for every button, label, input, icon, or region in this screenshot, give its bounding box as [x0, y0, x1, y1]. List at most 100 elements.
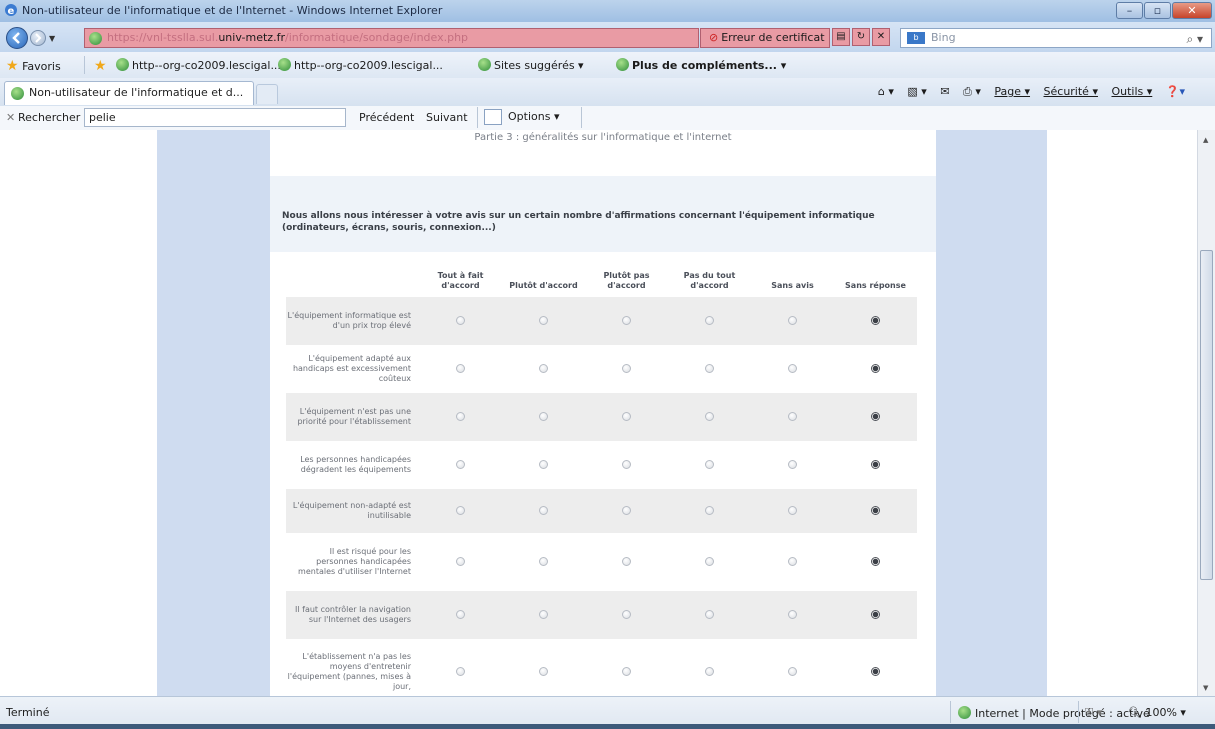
- radio-button-selected[interactable]: [871, 459, 880, 469]
- radio-button[interactable]: [539, 363, 548, 373]
- favorite-link-2[interactable]: http--org-co2009.lescigal...: [278, 58, 443, 72]
- radio-button[interactable]: [788, 556, 797, 566]
- scroll-up-icon[interactable]: ▲: [1203, 136, 1208, 144]
- radio-button[interactable]: [622, 609, 631, 619]
- new-tab-button[interactable]: [256, 84, 278, 104]
- radio-button[interactable]: [705, 459, 714, 469]
- close-window-button[interactable]: ✕: [1172, 2, 1212, 19]
- column-header: Sans avis: [771, 281, 814, 290]
- certificate-error-button[interactable]: ⊘ Erreur de certificat: [700, 28, 830, 48]
- radio-button[interactable]: [705, 411, 714, 421]
- refresh-icon[interactable]: ↻: [852, 28, 870, 46]
- search-input[interactable]: b Bing ⌕ ▾: [900, 28, 1212, 48]
- answer-cell: [502, 345, 585, 393]
- radio-button[interactable]: [456, 556, 465, 566]
- radio-button[interactable]: [539, 556, 548, 566]
- svg-text:e: e: [8, 6, 15, 17]
- radio-button[interactable]: [788, 609, 797, 619]
- radio-button[interactable]: [705, 609, 714, 619]
- radio-button-selected[interactable]: [871, 666, 880, 676]
- add-favorite-button[interactable]: ★: [94, 58, 107, 74]
- radio-button[interactable]: [539, 666, 548, 676]
- radio-button[interactable]: [456, 363, 465, 373]
- radio-button[interactable]: [788, 315, 797, 325]
- answer-cell: [502, 533, 585, 591]
- history-dropdown-icon[interactable]: ▼: [49, 34, 55, 43]
- radio-button[interactable]: [705, 666, 714, 676]
- radio-button[interactable]: [705, 505, 714, 515]
- radio-button[interactable]: [456, 609, 465, 619]
- radio-button-selected[interactable]: [871, 556, 880, 566]
- feeds-icon[interactable]: ▧ ▾: [907, 85, 926, 98]
- more-addons-button[interactable]: Plus de compléments... ▾: [616, 58, 786, 72]
- radio-button[interactable]: [539, 411, 548, 421]
- security-zone[interactable]: Internet | Mode protégé : activé: [958, 706, 1150, 720]
- scroll-down-icon[interactable]: ▼: [1203, 684, 1208, 692]
- tab-current[interactable]: Non-utilisateur de l'informatique et d..…: [4, 81, 254, 105]
- radio-button[interactable]: [788, 363, 797, 373]
- forward-button[interactable]: [30, 30, 46, 46]
- answer-cell: [585, 533, 668, 591]
- radio-button[interactable]: [788, 411, 797, 421]
- print-icon[interactable]: ⎙ ▾: [963, 85, 981, 98]
- scroll-thumb[interactable]: [1200, 250, 1213, 580]
- radio-button[interactable]: [622, 666, 631, 676]
- radio-button-selected[interactable]: [871, 363, 880, 373]
- radio-button[interactable]: [622, 459, 631, 469]
- radio-button[interactable]: [788, 505, 797, 515]
- answer-cell: [502, 591, 585, 639]
- radio-button[interactable]: [456, 315, 465, 325]
- radio-button[interactable]: [622, 315, 631, 325]
- tools-menu[interactable]: Outils ▾: [1111, 85, 1152, 98]
- close-find-icon[interactable]: ✕: [6, 111, 15, 124]
- read-mail-icon[interactable]: ✉: [940, 85, 949, 98]
- protected-mode-icon[interactable]: ⛨ ▾: [1085, 706, 1102, 720]
- radio-button[interactable]: [539, 505, 548, 515]
- radio-button[interactable]: [539, 459, 548, 469]
- home-icon[interactable]: ⌂ ▾: [878, 85, 894, 98]
- radio-button[interactable]: [788, 666, 797, 676]
- page-menu[interactable]: Page ▾: [994, 85, 1030, 98]
- vertical-scrollbar[interactable]: ▲ ▼: [1197, 130, 1215, 696]
- favorites-button[interactable]: ★ Favoris: [6, 58, 61, 74]
- security-menu[interactable]: Sécurité ▾: [1044, 85, 1098, 98]
- search-icon[interactable]: ⌕ ▾: [1186, 30, 1203, 48]
- question-label: L'établissement n'a pas les moyens d'ent…: [286, 639, 419, 696]
- radio-button-selected[interactable]: [871, 609, 880, 619]
- status-divider: [1078, 701, 1079, 723]
- radio-button-selected[interactable]: [871, 505, 880, 515]
- find-input[interactable]: pelie: [84, 108, 346, 127]
- find-options-button[interactable]: Options ▾: [477, 107, 582, 128]
- radio-button[interactable]: [622, 556, 631, 566]
- radio-button[interactable]: [456, 411, 465, 421]
- suggested-sites-button[interactable]: Sites suggérés ▾: [478, 58, 584, 72]
- radio-button[interactable]: [539, 315, 548, 325]
- answer-cell: [585, 297, 668, 345]
- radio-button[interactable]: [622, 505, 631, 515]
- zoom-button[interactable]: 🔍︎ 100% ▾: [1128, 706, 1186, 719]
- minimize-button[interactable]: –: [1116, 2, 1143, 19]
- radio-button[interactable]: [622, 363, 631, 373]
- radio-button[interactable]: [622, 411, 631, 421]
- radio-button[interactable]: [456, 459, 465, 469]
- highlight-icon[interactable]: [484, 109, 502, 125]
- compatibility-view-icon[interactable]: ▤: [832, 28, 850, 46]
- url-field[interactable]: https://vnl-tsslla.sul.univ-metz.fr/info…: [84, 28, 699, 48]
- back-button[interactable]: [6, 27, 28, 49]
- radio-button-selected[interactable]: [871, 411, 880, 421]
- radio-button[interactable]: [705, 556, 714, 566]
- radio-button[interactable]: [705, 363, 714, 373]
- help-icon[interactable]: ❓▾: [1166, 85, 1185, 98]
- maximize-button[interactable]: ▫: [1144, 2, 1171, 19]
- radio-button[interactable]: [456, 505, 465, 515]
- radio-button[interactable]: [539, 609, 548, 619]
- radio-button-selected[interactable]: [871, 315, 880, 325]
- find-previous-button[interactable]: Précédent: [359, 111, 414, 124]
- stop-icon[interactable]: ✕: [872, 28, 890, 46]
- find-next-button[interactable]: Suivant: [426, 111, 468, 124]
- radio-button[interactable]: [456, 666, 465, 676]
- radio-button[interactable]: [705, 315, 714, 325]
- radio-button[interactable]: [788, 459, 797, 469]
- page-viewport: Partie 3 : généralités sur l'informatiqu…: [0, 130, 1197, 696]
- favorite-link-1[interactable]: http--org-co2009.lescigal...: [116, 58, 281, 72]
